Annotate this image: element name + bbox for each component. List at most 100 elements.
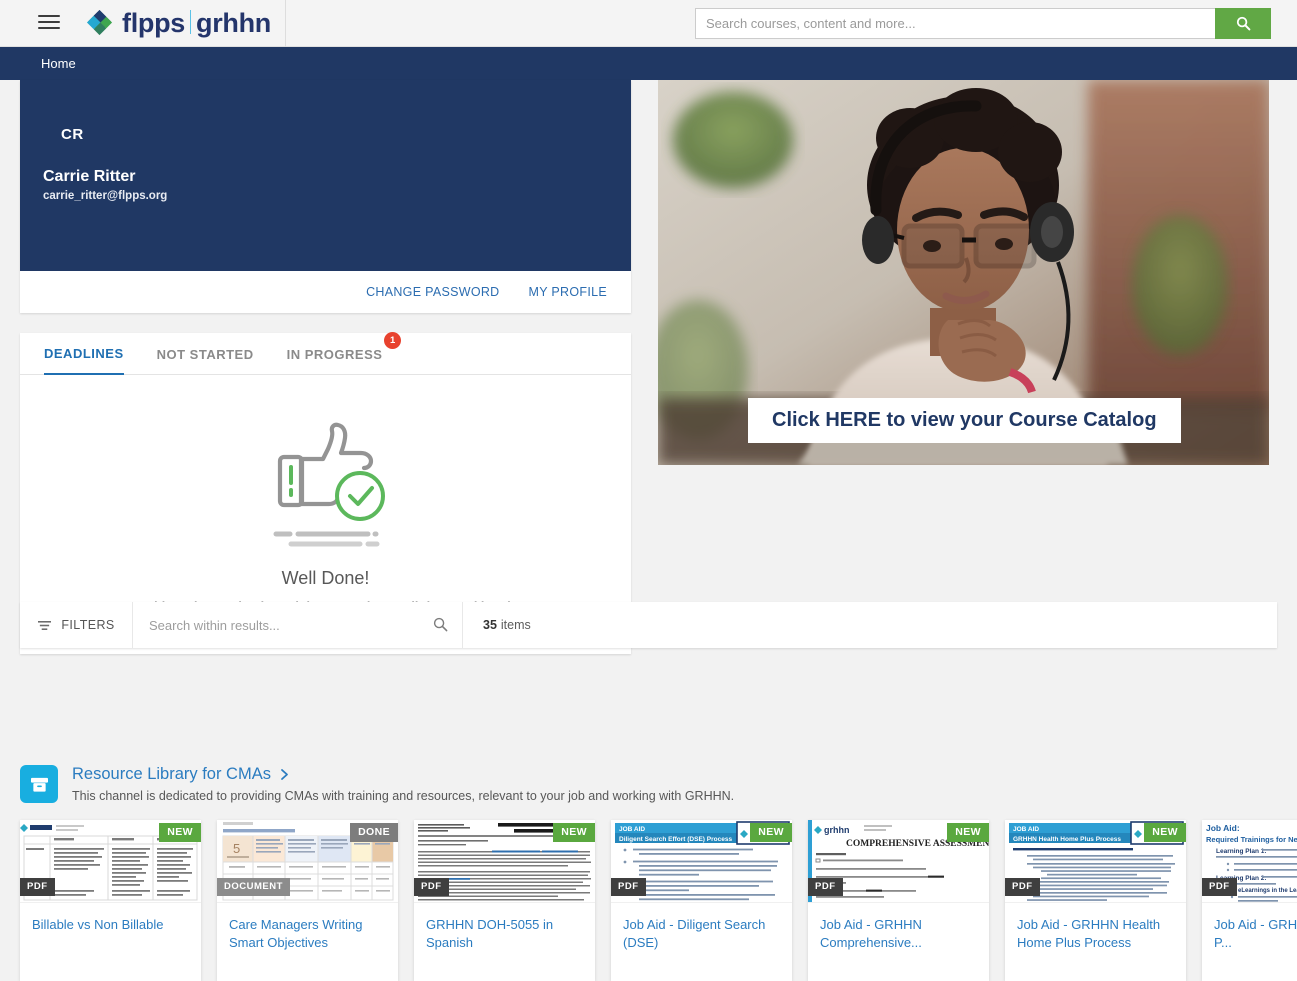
card-type-badge: PDF [414,878,449,896]
resource-card[interactable]: grhhn COMPREHENSIVE ASSESSMENT NEW PDF J… [808,820,989,981]
hamburger-line [38,15,60,17]
card-status-badge: DONE [350,823,398,842]
channel-description: This channel is dedicated to providing C… [72,789,735,803]
card-title[interactable]: Job Aid - GRHHN Health Home Plus Process [1005,903,1186,981]
card-title[interactable]: GRHHN DOH-5055 in Spanish [414,903,595,981]
profile-name: Carrie Ritter [43,168,136,185]
results-filter-bar: FILTERS 35 items [20,602,1277,648]
card-type-badge: PDF [1005,878,1040,896]
profile-actions: CHANGE PASSWORD MY PROFILE [20,271,631,313]
breadcrumb: Home [0,47,1297,80]
course-catalog-cta[interactable]: Click HERE to view your Course Catalog [748,398,1181,443]
card-thumbnail: JOB AID GRHHN Health Home Plus Process f… [1005,820,1186,903]
avatar: CR [61,126,84,143]
logo-primary: flpps [122,8,185,38]
card-status-badge: NEW [947,823,989,842]
profile-card: CR Carrie Ritter carrie_ritter@flpps.org… [20,80,631,313]
card-type-badge: PDF [20,878,55,896]
logo-divider [190,10,191,34]
resource-card[interactable]: NEW PDF Billable vs Non Billable [20,820,201,981]
svg-text:eLearnings in the Learning Pla: eLearnings in the Learning Plan [1238,888,1297,894]
resource-card[interactable]: 5 DONE DOCUMENT Care Managers Writing Sm… [217,820,398,981]
top-navigation-bar: flpps grhhn [0,0,1297,47]
channel-title-link[interactable]: Resource Library for CMAs [72,765,734,784]
status-badge: 1 [384,332,402,349]
change-password-link[interactable]: CHANGE PASSWORD [366,285,499,299]
card-thumbnail: Job Aid: Required Trainings for New Care… [1202,820,1297,903]
tab-deadlines[interactable]: DEADLINES [44,333,124,375]
card-thumbnail: grhhn COMPREHENSIVE ASSESSMENT NEW PDF [808,820,989,903]
site-logo[interactable]: flpps grhhn [85,0,286,47]
tab-not-started[interactable]: NOT STARTED [157,333,254,375]
global-search-input[interactable] [695,8,1215,39]
filters-button[interactable]: FILTERS [20,602,133,648]
items-count: 35 items [463,602,531,648]
activity-tabs: DEADLINES NOT STARTED IN PROGRESS 1 [20,332,631,375]
card-title[interactable]: Care Managers Writing Smart Objectives [217,903,398,981]
items-count-label: items [500,618,531,632]
hamburger-menu-icon[interactable] [38,15,60,31]
card-status-badge: NEW [750,823,792,842]
resource-card[interactable]: Job Aid: Required Trainings for New Care… [1202,820,1297,981]
svg-text:GRHHN Health Home Plus Process: GRHHN Health Home Plus Process [1013,836,1121,843]
archive-box-icon[interactable] [20,765,58,803]
tab-in-progress-label: IN PROGRESS [286,346,383,362]
logo-secondary: grhhn [196,8,271,38]
card-thumbnail: NEW PDF [414,820,595,903]
card-title[interactable]: Job Aid - GRHHN Learning P... [1202,903,1297,981]
course-catalog-banner[interactable]: Click HERE to view your Course Catalog [658,80,1269,465]
card-type-badge: PDF [611,878,646,896]
empty-state-title: Well Done! [281,568,370,588]
results-search-input[interactable] [133,602,462,648]
global-search-button[interactable] [1215,8,1271,39]
tab-in-progress[interactable]: IN PROGRESS 1 [286,332,402,375]
profile-hero: CR Carrie Ritter carrie_ritter@flpps.org [20,80,631,271]
thumbs-up-check-icon [273,422,385,547]
profile-email: carrie_ritter@flpps.org [43,190,168,202]
channel-header: Resource Library for CMAs This channel i… [20,765,734,803]
svg-text:Job Aid:: Job Aid: [1206,823,1240,833]
card-title[interactable]: Billable vs Non Billable [20,903,201,964]
card-thumbnail: NEW PDF [20,820,201,903]
card-thumbnail: JOB AID Diligent Search Effort (DSE) Pro… [611,820,792,903]
svg-text:JOB AID: JOB AID [619,826,645,833]
tab-not-started-label: NOT STARTED [156,346,254,362]
global-search [695,8,1271,39]
my-profile-link[interactable]: MY PROFILE [529,285,607,299]
search-icon [1236,16,1250,31]
card-status-badge: NEW [159,823,201,842]
items-count-value: 35 [483,618,497,632]
card-type-badge: PDF [1202,878,1237,896]
card-status-badge: NEW [1144,823,1186,842]
resource-card[interactable]: JOB AID GRHHN Health Home Plus Process f… [1005,820,1186,981]
breadcrumb-item-home[interactable]: Home [41,56,76,71]
channel-text: Resource Library for CMAs This channel i… [72,765,734,803]
tab-deadlines-label: DEADLINES [44,345,124,361]
svg-text:5: 5 [233,841,240,856]
card-status-badge: NEW [553,823,595,842]
resource-card-row: NEW PDF Billable vs Non Billable 5 DONE … [20,820,1297,981]
empty-state: Well Done! Nothing's happening here righ… [20,375,631,640]
left-column: CR Carrie Ritter carrie_ritter@flpps.org… [20,80,631,654]
resource-card[interactable]: NEW PDF GRHHN DOH-5055 in Spanish [414,820,595,981]
results-search [133,602,463,648]
card-title[interactable]: Job Aid - Diligent Search (DSE) [611,903,792,981]
svg-text:Learning Plan 1:: Learning Plan 1: [1216,848,1267,855]
filter-icon [38,620,52,630]
svg-text:grhhn: grhhn [824,825,850,835]
svg-text:Diligent Search Effort (DSE) P: Diligent Search Effort (DSE) Process [619,836,732,843]
logo-wordmark: flpps grhhn [122,8,271,39]
card-type-badge: PDF [808,878,843,896]
svg-text:Required Trainings for New Car: Required Trainings for New Care [1206,835,1297,844]
resource-card[interactable]: JOB AID Diligent Search Effort (DSE) Pro… [611,820,792,981]
card-title[interactable]: Job Aid - GRHHN Comprehensive... [808,903,989,981]
svg-text:JOB AID: JOB AID [1013,826,1039,833]
card-type-badge: DOCUMENT [217,878,290,896]
flpps-diamond-logo-icon [86,9,113,36]
hamburger-line [38,27,60,29]
archive-box-glyph [30,777,48,792]
filters-label: FILTERS [61,618,115,632]
search-icon[interactable] [433,617,448,632]
card-thumbnail: 5 DONE DOCUMENT [217,820,398,903]
channel-title-label: Resource Library for CMAs [72,765,271,783]
